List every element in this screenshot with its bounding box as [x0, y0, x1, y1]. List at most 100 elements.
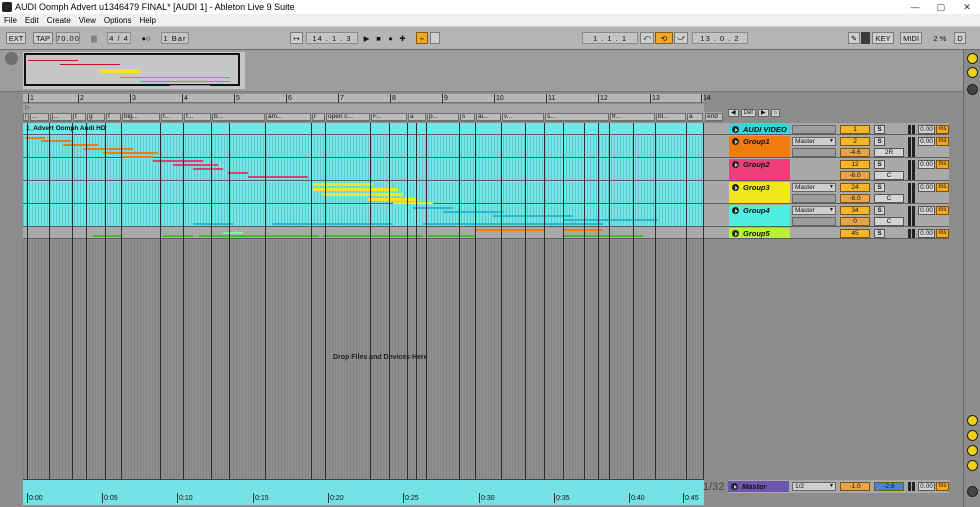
track-header-group1[interactable]: Group1 Master 2 -4.6 S 2R 0.00 ms: [704, 135, 949, 158]
play-button[interactable]: ▶: [361, 32, 372, 44]
track-lane-group1[interactable]: [23, 135, 704, 158]
arrangement-view[interactable]: 1_Advert Oomph Audi HD Drop Files and De…: [23, 123, 704, 479]
volume-field[interactable]: -6.0: [840, 171, 870, 180]
note[interactable]: [273, 223, 393, 225]
note[interactable]: [63, 144, 98, 146]
delay-unit-button[interactable]: ms: [936, 137, 949, 146]
note[interactable]: [103, 152, 158, 154]
note[interactable]: [443, 211, 503, 213]
stop-button[interactable]: ■: [373, 32, 384, 44]
beat-time-ruler[interactable]: 1 2 3 4 5 6 7 8 9 10 11 12 13 14: [23, 94, 711, 103]
overview-toggle-icon[interactable]: [5, 52, 18, 65]
locator[interactable]: end: [705, 113, 723, 121]
note[interactable]: [199, 235, 319, 237]
record-button[interactable]: ●: [385, 32, 396, 44]
tap-tempo-button[interactable]: TAP: [33, 32, 53, 44]
track-lane-audi-video[interactable]: 1_Advert Oomph Audi HD: [23, 123, 704, 135]
track-delay-field[interactable]: 0.00: [918, 206, 935, 215]
note[interactable]: [83, 148, 133, 150]
key-map-button[interactable]: KEY: [872, 32, 894, 44]
note[interactable]: [193, 223, 233, 225]
volume-field[interactable]: -6.0: [840, 194, 870, 203]
locator[interactable]: big...: [122, 113, 160, 121]
locator[interactable]: s...: [545, 113, 609, 121]
loop-switch-icon[interactable]: ⟲: [655, 32, 673, 44]
arrangement-position-field[interactable]: 14 . 1 . 3: [306, 32, 358, 44]
locator[interactable]: F...: [371, 113, 407, 121]
note[interactable]: [563, 229, 603, 231]
pan-field[interactable]: C: [874, 171, 904, 180]
note[interactable]: [248, 176, 308, 178]
pan-field[interactable]: 2R: [874, 148, 904, 157]
note[interactable]: [223, 232, 243, 234]
track-name[interactable]: Master: [728, 481, 789, 491]
track-name[interactable]: AUDI VIDEO: [729, 124, 790, 134]
solo-button[interactable]: S: [874, 206, 885, 215]
quantize-menu[interactable]: 1 Bar: [161, 32, 189, 44]
fold-icon[interactable]: [731, 483, 738, 490]
locator[interactable]: r: [312, 113, 325, 121]
arrangement-view-toggle-icon[interactable]: [967, 67, 978, 78]
io-toggle-icon[interactable]: [967, 415, 978, 426]
track-delay-field[interactable]: 0.00: [918, 229, 935, 238]
locator[interactable]: open c...: [326, 113, 370, 121]
delay-unit-button[interactable]: ms: [936, 125, 949, 134]
delay-unit-button[interactable]: ms: [936, 206, 949, 215]
sends-toggle-icon[interactable]: [967, 430, 978, 441]
master-pan-field[interactable]: -2.6: [874, 482, 904, 491]
locator[interactable]: j...: [50, 113, 72, 121]
session-view-toggle-icon[interactable]: [967, 53, 978, 64]
locator[interactable]: a: [687, 113, 703, 121]
output-routing-select[interactable]: Master: [792, 137, 836, 146]
delay-unit-button[interactable]: ms: [936, 160, 949, 169]
note[interactable]: [163, 235, 193, 237]
delay-unit-button[interactable]: ms: [936, 482, 949, 491]
fold-icon[interactable]: [732, 207, 739, 214]
fold-icon[interactable]: [732, 161, 739, 168]
ext-sync-button[interactable]: EXT: [6, 32, 26, 44]
midi-map-button[interactable]: MIDI: [900, 32, 922, 44]
track-delay-field[interactable]: 0.00: [918, 137, 935, 146]
metronome-icon[interactable]: ●○: [137, 32, 155, 44]
punch-out-icon[interactable]: ⤻: [674, 32, 688, 44]
pan-field[interactable]: C: [874, 194, 904, 203]
reenable-automation-button[interactable]: [430, 32, 440, 44]
locator[interactable]: am...: [266, 113, 311, 121]
locator[interactable]: f: [106, 113, 121, 121]
track-lane-group2[interactable]: [23, 158, 704, 181]
solo-button[interactable]: S: [874, 137, 885, 146]
locator[interactable]: ai...: [476, 113, 501, 121]
locator-markers[interactable]: | ... j... t g f big... f... f... b... a…: [23, 112, 723, 122]
fold-icon[interactable]: [732, 230, 739, 237]
menu-file[interactable]: File: [0, 16, 21, 25]
locator[interactable]: v...: [502, 113, 544, 121]
delay-unit-button[interactable]: ms: [936, 183, 949, 192]
locator[interactable]: fr...: [610, 113, 655, 121]
tempo-nudge-buttons[interactable]: |||: [82, 32, 106, 44]
note[interactable]: [123, 156, 153, 158]
draw-mode-icon[interactable]: ✎: [848, 32, 860, 44]
locator[interactable]: f...: [184, 113, 211, 121]
master-volume-field[interactable]: -1.0: [840, 482, 870, 491]
solo-button[interactable]: S: [874, 229, 885, 238]
track-activator[interactable]: 1: [840, 125, 870, 134]
lock-icon[interactable]: ⌂: [770, 109, 781, 117]
arrangement-menu-icon[interactable]: [967, 84, 978, 95]
note[interactable]: [563, 235, 643, 237]
locator[interactable]: bl...: [656, 113, 686, 121]
default-button[interactable]: Def: [740, 109, 756, 117]
track-header-group5[interactable]: Group5 45 S 0.00 ms: [704, 227, 949, 239]
detail-view-toggle-icon[interactable]: [967, 486, 978, 497]
loop-start-field[interactable]: 1 . 1 . 1: [582, 32, 638, 44]
locator[interactable]: g: [87, 113, 105, 121]
overdub-button[interactable]: ✚: [397, 32, 408, 44]
note[interactable]: [423, 223, 603, 225]
track-name[interactable]: Group3: [729, 182, 790, 192]
note[interactable]: [93, 235, 121, 237]
note[interactable]: [393, 202, 433, 204]
computer-keyboard-icon[interactable]: [861, 32, 870, 44]
volume-field[interactable]: -4.6: [840, 148, 870, 157]
locator[interactable]: t: [73, 113, 86, 121]
note[interactable]: [563, 219, 658, 221]
tempo-field[interactable]: 70.00: [56, 32, 80, 44]
